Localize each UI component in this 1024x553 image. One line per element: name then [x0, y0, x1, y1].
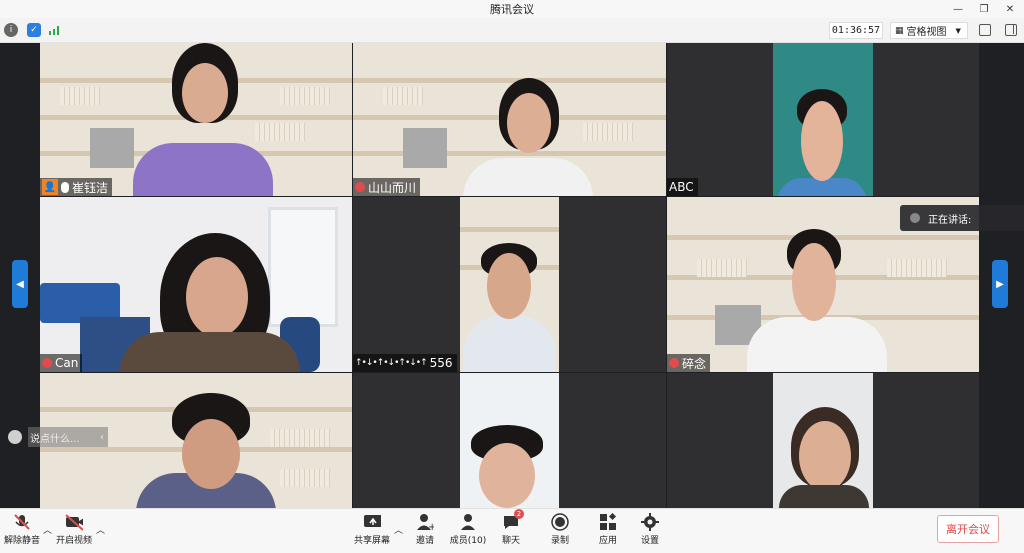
- chevron-left-icon: ◀: [16, 278, 24, 290]
- chat-icon: 2: [502, 509, 524, 531]
- speaking-indicator: 正在讲话:: [900, 205, 1024, 231]
- window-titlebar: 腾讯会议 — ❐ ✕: [0, 0, 1024, 18]
- video-tile[interactable]: ABC: [667, 43, 979, 196]
- video-tile[interactable]: ↑•↓•↑•↓•↑•↓•↑ 556: [353, 197, 666, 372]
- participant-name: Can: [55, 356, 79, 370]
- chat-unread-badge: 2: [514, 509, 524, 519]
- apps-button[interactable]: 应用: [588, 513, 628, 546]
- close-icon[interactable]: ✕: [1004, 4, 1016, 15]
- mic-icon: [61, 181, 69, 193]
- video-tile[interactable]: Can: [40, 197, 352, 372]
- participant-name-tag: 山山而川: [353, 178, 421, 196]
- chat-button[interactable]: 2 聊天: [491, 509, 531, 546]
- prev-page-button[interactable]: ◀: [12, 260, 28, 308]
- video-tile[interactable]: [667, 373, 979, 508]
- svg-text:+: +: [428, 522, 434, 531]
- participant-name-tag: 👤 崔钰洁: [40, 178, 113, 196]
- unmute-label: 解除静音: [3, 536, 40, 546]
- participant-name: 山山而川: [368, 180, 417, 195]
- members-label: 成员(10): [449, 536, 487, 546]
- participant-name: 碎念: [682, 356, 707, 371]
- window-controls: — ❐ ✕: [952, 0, 1016, 18]
- share-screen-icon: [363, 513, 381, 531]
- chat-placeholder: 说点什么...: [30, 433, 80, 445]
- mic-muted-icon: [42, 358, 52, 368]
- start-video-label: 开启视频: [55, 536, 92, 546]
- bottom-toolbar: 解除静音 ︿ 开启视频 ︿ 共享屏幕 ︿ + 邀请 成员(10) 2 聊天 录制…: [0, 508, 1024, 553]
- participant-name-tag: ABC: [667, 178, 698, 196]
- fullscreen-icon[interactable]: [979, 24, 991, 36]
- view-mode-dropdown[interactable]: ▦ 宫格视图 ▼: [890, 22, 968, 39]
- chevron-up-icon[interactable]: ︿: [96, 523, 105, 536]
- record-icon: [551, 513, 569, 531]
- settings-label: 设置: [640, 536, 659, 546]
- audio-waveform-icon: ↑•↓•↑•↓•↑•↓•↑: [355, 358, 428, 368]
- video-tile[interactable]: 👤 崔钰洁: [40, 43, 352, 196]
- view-mode-label: 宫格视图: [906, 27, 947, 38]
- record-button[interactable]: 录制: [540, 513, 580, 546]
- mic-muted-icon: [910, 213, 920, 223]
- quick-chat-bar: 说点什么... ‹: [8, 427, 119, 447]
- chevron-left-icon: ‹: [100, 431, 104, 443]
- record-label: 录制: [550, 536, 569, 546]
- minimize-icon[interactable]: —: [952, 4, 964, 15]
- grid-view-icon: ▦: [895, 25, 904, 36]
- restore-icon[interactable]: ❐: [978, 4, 990, 15]
- members-button[interactable]: 成员(10): [448, 513, 488, 546]
- share-screen-button[interactable]: 共享屏幕: [352, 513, 392, 546]
- video-grid: 👤 崔钰洁 山山而川 ABC Can ↑•↓•↑•↓•↑•↓•↑ 556 碎念 …: [0, 43, 1024, 508]
- start-video-button[interactable]: 开启视频: [54, 513, 94, 546]
- chevron-down-icon: ▼: [955, 26, 961, 35]
- chevron-up-icon[interactable]: ︿: [394, 523, 403, 536]
- add-user-icon: +: [416, 513, 434, 531]
- top-toolbar: i ✓ 01:36:57 ▦ 宫格视图 ▼: [0, 18, 1024, 43]
- apps-label: 应用: [598, 536, 617, 546]
- members-icon: [459, 513, 477, 531]
- emoji-icon[interactable]: [8, 430, 22, 444]
- info-icon[interactable]: i: [4, 23, 18, 37]
- leave-meeting-button[interactable]: 离开会议: [937, 515, 999, 543]
- participant-name: ABC: [669, 180, 694, 194]
- signal-strength-icon[interactable]: [48, 23, 62, 37]
- security-shield-icon[interactable]: ✓: [27, 23, 41, 37]
- participant-name-tag: ↑•↓•↑•↓•↑•↓•↑ 556: [353, 354, 457, 372]
- participant-name-tag: 碎念: [667, 354, 711, 372]
- chat-label: 聊天: [501, 536, 520, 546]
- camera-off-icon: [65, 513, 83, 531]
- participant-name: 556: [429, 356, 453, 370]
- window-title: 腾讯会议: [490, 3, 534, 16]
- sidebar-toggle-icon[interactable]: [1005, 24, 1017, 36]
- video-tile[interactable]: [353, 373, 666, 508]
- mic-muted-icon: [355, 182, 365, 192]
- invite-button[interactable]: + 邀请: [405, 513, 445, 546]
- gear-icon: [641, 513, 659, 531]
- participant-name: 崔钰洁: [72, 180, 109, 195]
- invite-label: 邀请: [415, 536, 434, 546]
- chevron-up-icon[interactable]: ︿: [43, 523, 52, 536]
- speaking-label: 正在讲话:: [928, 214, 972, 226]
- unmute-button[interactable]: 解除静音: [2, 513, 42, 546]
- chevron-right-icon: ▶: [996, 278, 1004, 290]
- next-page-button[interactable]: ▶: [992, 260, 1008, 308]
- host-icon: 👤: [42, 179, 58, 195]
- participant-name-tag: Can: [40, 354, 83, 372]
- mic-muted-icon: [13, 513, 31, 531]
- video-tile[interactable]: 山山而川: [353, 43, 666, 196]
- settings-button[interactable]: 设置: [630, 513, 670, 546]
- apps-icon: [599, 513, 617, 531]
- chat-input[interactable]: 说点什么... ‹: [28, 427, 108, 447]
- meeting-timer: 01:36:57: [829, 22, 883, 39]
- share-screen-label: 共享屏幕: [353, 536, 390, 546]
- monitor: [90, 128, 134, 168]
- mic-muted-icon: [669, 358, 679, 368]
